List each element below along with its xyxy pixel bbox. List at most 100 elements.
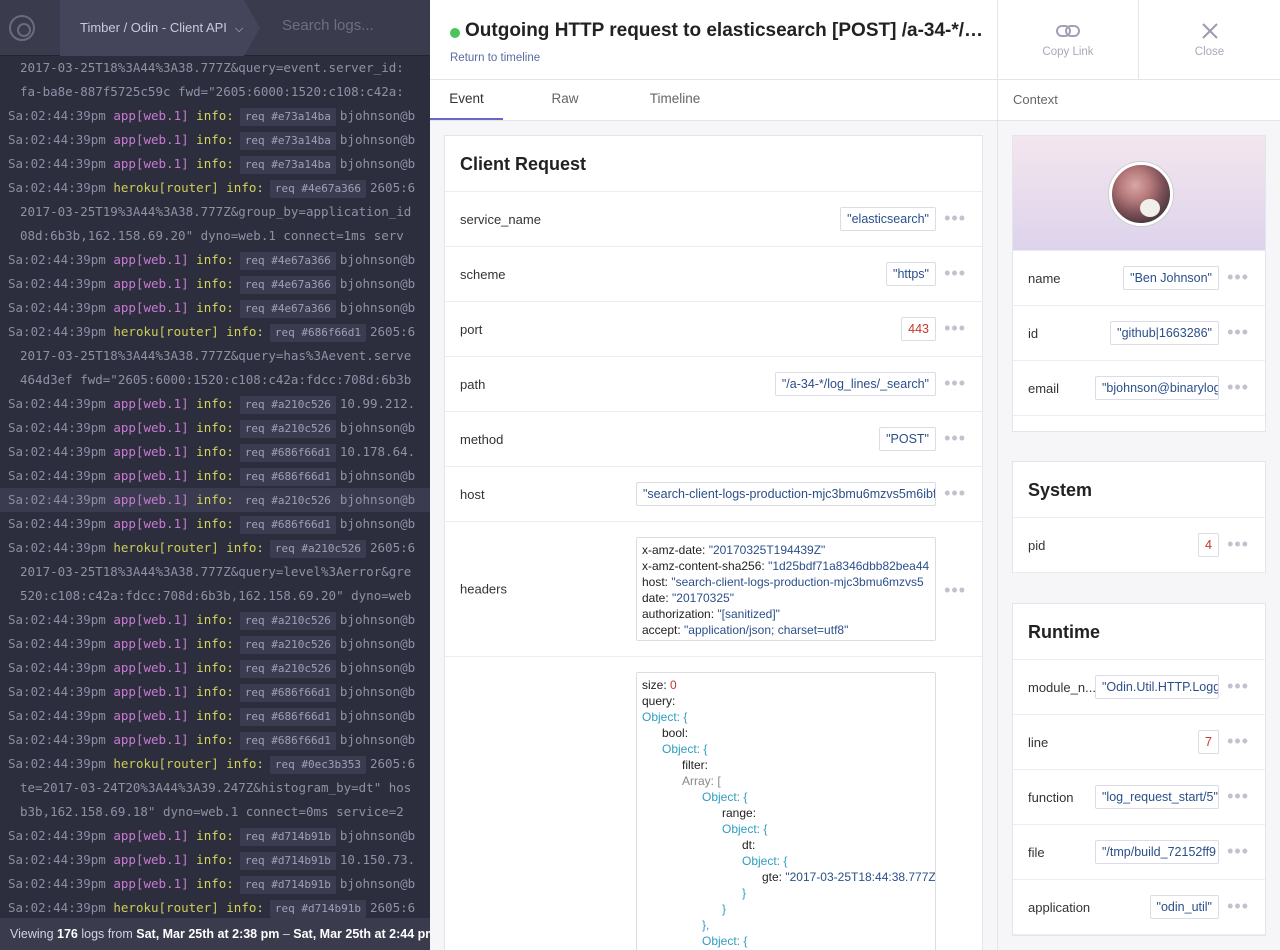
field-value[interactable]: "https" bbox=[886, 262, 936, 286]
more-options-icon[interactable]: ••• bbox=[1227, 677, 1249, 695]
app-switcher-breadcrumb[interactable]: Timber / Odin - Client API ⌵ bbox=[60, 0, 260, 56]
request-id-tag[interactable]: req #a210c526 bbox=[239, 492, 336, 510]
field-value[interactable]: "github|1663286" bbox=[1110, 321, 1219, 345]
field-value[interactable]: "Odin.Util.HTTP.Loggi bbox=[1095, 675, 1219, 699]
field-value[interactable]: "/tmp/build_72152ff9 bbox=[1095, 840, 1219, 864]
field-value[interactable]: "odin_util" bbox=[1149, 895, 1219, 919]
log-line[interactable]: Sa:02:44:39pm app[web.1] info: req #686f6… bbox=[0, 728, 430, 752]
tab-raw[interactable]: Raw bbox=[530, 80, 600, 120]
log-lines-list[interactable]: 2017-03-25T18%3A44%3A38.777Z&query=event… bbox=[0, 56, 430, 918]
more-options-icon[interactable]: ••• bbox=[944, 581, 966, 599]
log-line[interactable]: Sa:02:44:39pm app[web.1] info: req #a210c… bbox=[0, 632, 430, 656]
tab-timeline[interactable]: Timeline bbox=[635, 80, 715, 120]
log-line[interactable]: Sa:02:44:39pm heroku[router] info: req #a… bbox=[0, 536, 430, 560]
request-id-tag[interactable]: req #d714b91b bbox=[239, 852, 336, 870]
log-line-continuation[interactable]: 08d:6b3b,162.158.69.20" dyno=web.1 conne… bbox=[0, 224, 430, 248]
log-line[interactable]: Sa:02:44:39pm app[web.1] info: req #e73a1… bbox=[0, 128, 430, 152]
log-line[interactable]: Sa:02:44:39pm app[web.1] info: req #686f6… bbox=[0, 440, 430, 464]
request-id-tag[interactable]: req #686f66d1 bbox=[239, 444, 336, 462]
field-value[interactable]: "search-client-logs-production-mjc3bmu6m… bbox=[636, 482, 936, 506]
more-options-icon[interactable]: ••• bbox=[1227, 535, 1249, 553]
log-line[interactable]: Sa:02:44:39pm app[web.1] info: req #a210c… bbox=[0, 488, 430, 512]
more-options-icon[interactable]: ••• bbox=[1227, 323, 1249, 341]
headers-value[interactable]: x-amz-date: "20170325T194439Z" x-amz-cont… bbox=[636, 537, 936, 641]
field-value[interactable]: 7 bbox=[1198, 730, 1219, 754]
field-value[interactable]: "bjohnson@binarylog bbox=[1095, 376, 1219, 400]
field-value[interactable]: "log_request_start/5" bbox=[1095, 785, 1219, 809]
timber-logo-icon[interactable] bbox=[9, 15, 35, 41]
log-line[interactable]: Sa:02:44:39pm app[web.1] info: req #a210c… bbox=[0, 392, 430, 416]
request-id-tag[interactable]: req #686f66d1 bbox=[239, 468, 336, 486]
tab-event[interactable]: Event bbox=[430, 80, 503, 120]
more-options-icon[interactable]: ••• bbox=[944, 484, 966, 502]
request-id-tag[interactable]: req #686f66d1 bbox=[239, 684, 336, 702]
log-line[interactable]: Sa:02:44:39pm app[web.1] info: req #4e67a… bbox=[0, 296, 430, 320]
request-id-tag[interactable]: req #686f66d1 bbox=[239, 516, 336, 534]
request-id-tag[interactable]: req #4e67a366 bbox=[239, 252, 336, 270]
log-line[interactable]: Sa:02:44:39pm app[web.1] info: req #4e67a… bbox=[0, 248, 430, 272]
request-id-tag[interactable]: req #a210c526 bbox=[239, 636, 336, 654]
field-value[interactable]: "POST" bbox=[879, 427, 936, 451]
log-line[interactable]: Sa:02:44:39pm app[web.1] info: req #686f6… bbox=[0, 680, 430, 704]
field-value[interactable]: "elasticsearch" bbox=[840, 207, 936, 231]
more-options-icon[interactable]: ••• bbox=[944, 209, 966, 227]
request-id-tag[interactable]: req #d714b91b bbox=[239, 828, 336, 846]
log-line[interactable]: Sa:02:44:39pm app[web.1] info: req #e73a1… bbox=[0, 152, 430, 176]
log-line-continuation[interactable]: fa-ba8e-887f5725c59c fwd="2605:6000:1520… bbox=[0, 80, 430, 104]
log-line-continuation[interactable]: b3b,162.158.69.18" dyno=web.1 connect=0m… bbox=[0, 800, 430, 824]
more-options-icon[interactable]: ••• bbox=[1227, 268, 1249, 286]
more-options-icon[interactable]: ••• bbox=[944, 264, 966, 282]
log-line[interactable]: Sa:02:44:39pm heroku[router] info: req #4… bbox=[0, 176, 430, 200]
request-id-tag[interactable]: req #4e67a366 bbox=[269, 180, 366, 198]
log-line-continuation[interactable]: 2017-03-25T19%3A44%3A38.777Z&group_by=ap… bbox=[0, 200, 430, 224]
field-value[interactable]: 4 bbox=[1198, 533, 1219, 557]
log-line[interactable]: Sa:02:44:39pm app[web.1] info: req #686f6… bbox=[0, 464, 430, 488]
more-options-icon[interactable]: ••• bbox=[1227, 842, 1249, 860]
log-line[interactable]: Sa:02:44:39pm heroku[router] info: req #6… bbox=[0, 320, 430, 344]
request-id-tag[interactable]: req #e73a14ba bbox=[239, 108, 336, 126]
more-options-icon[interactable]: ••• bbox=[1227, 787, 1249, 805]
request-id-tag[interactable]: req #d714b91b bbox=[269, 900, 366, 918]
request-id-tag[interactable]: req #a210c526 bbox=[239, 420, 336, 438]
log-line[interactable]: Sa:02:44:39pm app[web.1] info: req #4e67a… bbox=[0, 272, 430, 296]
request-id-tag[interactable]: req #a210c526 bbox=[269, 540, 366, 558]
request-id-tag[interactable]: req #e73a14ba bbox=[239, 156, 336, 174]
log-line-continuation[interactable]: 464d3ef fwd="2605:6000:1520:c108:c42a:fd… bbox=[0, 368, 430, 392]
log-line[interactable]: Sa:02:44:39pm app[web.1] info: req #d714b… bbox=[0, 848, 430, 872]
request-id-tag[interactable]: req #686f66d1 bbox=[269, 324, 366, 342]
more-options-icon[interactable]: ••• bbox=[944, 374, 966, 392]
request-id-tag[interactable]: req #686f66d1 bbox=[239, 732, 336, 750]
more-options-icon[interactable]: ••• bbox=[1227, 378, 1249, 396]
field-value[interactable]: "Ben Johnson" bbox=[1123, 266, 1219, 290]
request-id-tag[interactable]: req #d714b91b bbox=[239, 876, 336, 894]
log-line[interactable]: Sa:02:44:39pm app[web.1] info: req #a210c… bbox=[0, 608, 430, 632]
request-id-tag[interactable]: req #686f66d1 bbox=[239, 708, 336, 726]
request-id-tag[interactable]: req #4e67a366 bbox=[239, 276, 336, 294]
log-line-continuation[interactable]: 2017-03-25T18%3A44%3A38.777Z&query=event… bbox=[0, 56, 430, 80]
request-id-tag[interactable]: req #a210c526 bbox=[239, 660, 336, 678]
field-value[interactable]: "/a-34-*/log_lines/_search" bbox=[774, 372, 936, 396]
log-line[interactable]: Sa:02:44:39pm heroku[router] info: req #0… bbox=[0, 752, 430, 776]
request-id-tag[interactable]: req #0ec3b353 bbox=[269, 756, 366, 774]
log-line[interactable]: Sa:02:44:39pm app[web.1] info: req #686f6… bbox=[0, 512, 430, 536]
return-to-timeline-link[interactable]: Return to timeline bbox=[450, 52, 540, 64]
log-line-continuation[interactable]: 2017-03-25T18%3A44%3A38.777Z&query=has%3… bbox=[0, 344, 430, 368]
request-id-tag[interactable]: req #a210c526 bbox=[239, 396, 336, 414]
more-options-icon[interactable]: ••• bbox=[944, 429, 966, 447]
search-logs-input[interactable]: Search logs... bbox=[282, 17, 374, 34]
log-line[interactable]: Sa:02:44:39pm app[web.1] info: req #a210c… bbox=[0, 416, 430, 440]
field-value[interactable]: 443 bbox=[901, 317, 936, 341]
log-line[interactable]: Sa:02:44:39pm app[web.1] info: req #a210c… bbox=[0, 656, 430, 680]
more-options-icon[interactable]: ••• bbox=[944, 319, 966, 337]
close-button[interactable]: Close bbox=[1138, 0, 1280, 80]
log-line-continuation[interactable]: 2017-03-25T18%3A44%3A38.777Z&query=level… bbox=[0, 560, 430, 584]
log-line[interactable]: Sa:02:44:39pm app[web.1] info: req #e73a1… bbox=[0, 104, 430, 128]
log-line[interactable]: Sa:02:44:39pm app[web.1] info: req #d714b… bbox=[0, 824, 430, 848]
request-id-tag[interactable]: req #a210c526 bbox=[239, 612, 336, 630]
request-id-tag[interactable]: req #e73a14ba bbox=[239, 132, 336, 150]
log-line[interactable]: Sa:02:44:39pm heroku[router] info: req #d… bbox=[0, 896, 430, 918]
more-options-icon[interactable]: ••• bbox=[1227, 732, 1249, 750]
log-line[interactable]: Sa:02:44:39pm app[web.1] info: req #d714b… bbox=[0, 872, 430, 896]
request-id-tag[interactable]: req #4e67a366 bbox=[239, 300, 336, 318]
log-line-continuation[interactable]: 520:c108:c42a:fdcc:708d:6b3b,162.158.69.… bbox=[0, 584, 430, 608]
